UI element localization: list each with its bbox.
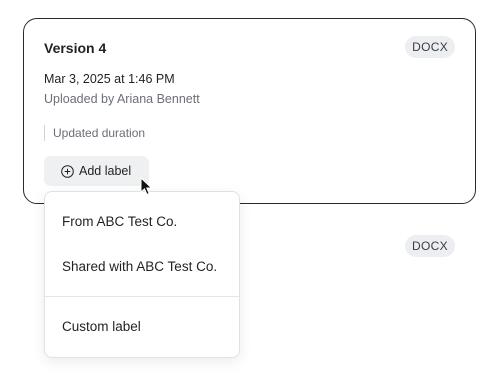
add-label-button[interactable]: Add label bbox=[44, 156, 149, 186]
version-card: Version 4 DOCX Mar 3, 2025 at 1:46 PM Up… bbox=[23, 18, 476, 204]
menu-item-shared-with-abc[interactable]: Shared with ABC Test Co. bbox=[45, 259, 239, 274]
version-note: Updated duration bbox=[44, 125, 145, 141]
menu-item-from-abc[interactable]: From ABC Test Co. bbox=[45, 214, 239, 229]
version-title: Version 4 bbox=[44, 40, 107, 56]
menu-divider bbox=[45, 296, 239, 297]
plus-circle-icon bbox=[61, 164, 74, 178]
label-dropdown-menu: From ABC Test Co. Shared with ABC Test C… bbox=[44, 191, 240, 358]
add-label-text: Add label bbox=[79, 164, 132, 178]
file-type-badge: DOCX bbox=[405, 36, 455, 58]
menu-item-custom-label[interactable]: Custom label bbox=[45, 319, 239, 334]
arrow-cursor-icon bbox=[140, 177, 153, 196]
upload-date: Mar 3, 2025 at 1:46 PM bbox=[44, 72, 175, 86]
file-type-badge-2: DOCX bbox=[405, 235, 455, 257]
uploaded-by: Uploaded by Ariana Bennett bbox=[44, 92, 200, 106]
